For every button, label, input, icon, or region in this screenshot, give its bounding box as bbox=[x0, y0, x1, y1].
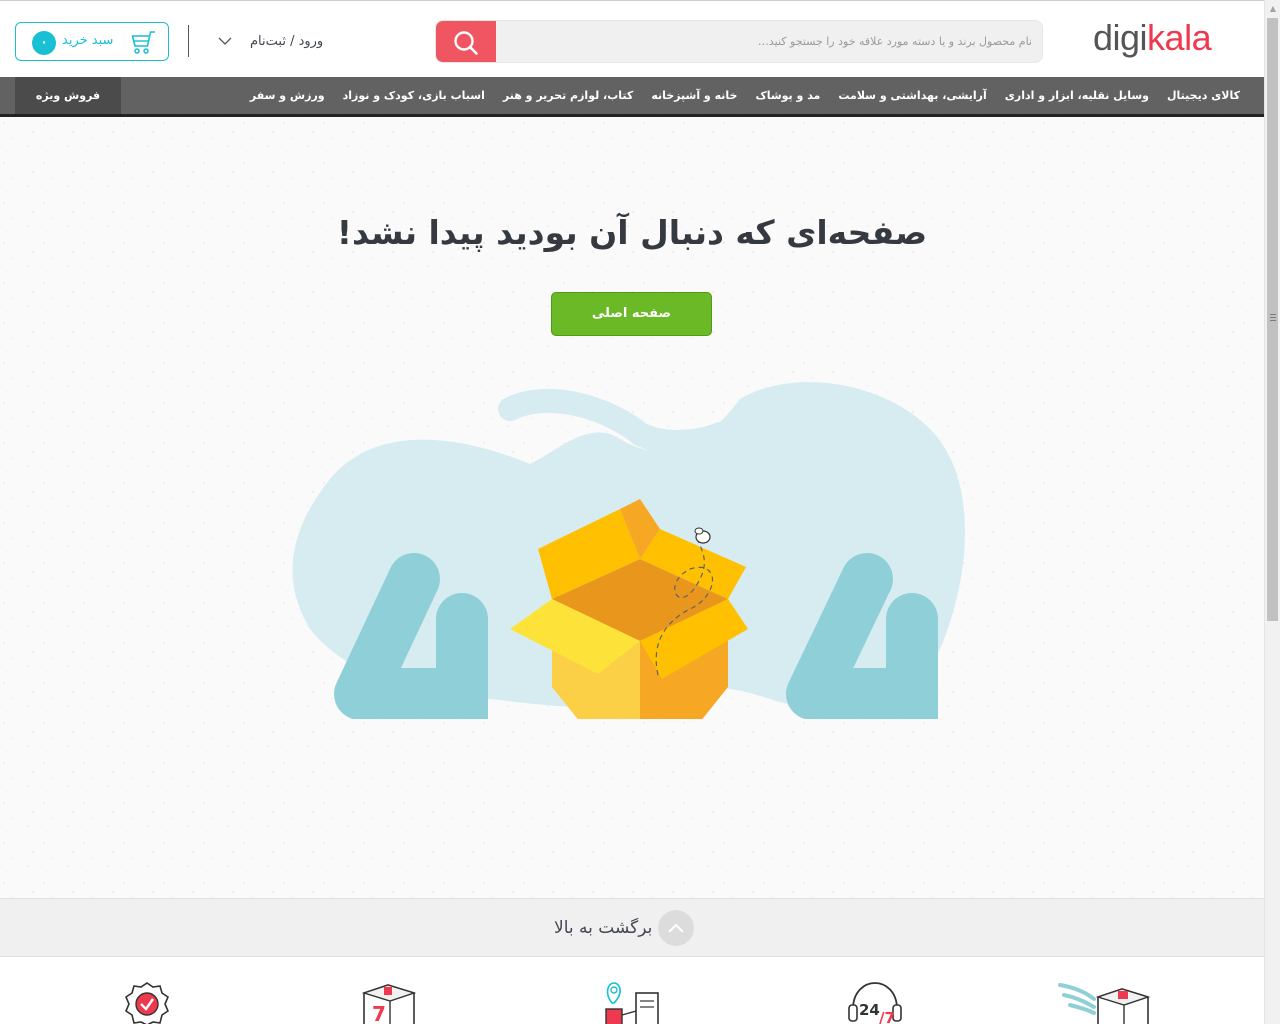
nav-item-fashion[interactable]: مد و پوشاک bbox=[755, 89, 820, 102]
back-to-top-label: برگشت به بالا bbox=[554, 918, 653, 938]
nav-item-books-stationery[interactable]: کتاب، لوازم تحریر و هنر bbox=[503, 89, 633, 102]
header: digikala ورود / ثبت‌نام ۰ سبد خرید bbox=[0, 1, 1264, 77]
nav-item-vehicles-tools[interactable]: وسایل نقلیه، ابزار و اداری bbox=[1005, 89, 1149, 102]
scroll-up-arrow[interactable]: ▲ bbox=[1265, 0, 1280, 17]
logo-part-1: digi bbox=[1093, 17, 1148, 58]
scroll-grip-line bbox=[1270, 320, 1276, 321]
scroll-thumb[interactable] bbox=[1267, 18, 1278, 621]
not-found-section: صفحه‌ای که دنبال آن بودید پیدا نشد! صفحه… bbox=[0, 117, 1264, 898]
search-icon bbox=[454, 30, 478, 55]
header-divider bbox=[188, 25, 189, 57]
cart-count-badge: ۰ bbox=[32, 31, 56, 55]
scroll-grip-line bbox=[1270, 317, 1276, 318]
nav-item-digital[interactable]: کالای دیجیتال bbox=[1167, 89, 1240, 102]
back-to-top-button[interactable]: برگشت به بالا bbox=[554, 910, 695, 946]
error-404-illustration bbox=[292, 382, 966, 719]
chevron-down-icon bbox=[218, 37, 232, 45]
home-page-button[interactable]: صفحه اصلی bbox=[551, 292, 712, 336]
scroll-grip-line bbox=[1270, 314, 1276, 315]
shopping-cart-icon bbox=[131, 31, 155, 54]
back-to-top-bar[interactable]: برگشت به بالا bbox=[0, 898, 1264, 957]
cart-button[interactable]: ۰ سبد خرید bbox=[15, 22, 169, 61]
nav-items: کالای دیجیتال وسایل نقلیه، ابزار و اداری… bbox=[250, 77, 1240, 114]
nav-item-home-kitchen[interactable]: خانه و آشپزخانه bbox=[651, 89, 737, 102]
search-bar bbox=[435, 20, 1043, 63]
original-guarantee-icon bbox=[125, 982, 169, 1024]
svg-text:24: 24 bbox=[859, 1001, 880, 1019]
seven-day-return-icon: 7 bbox=[361, 984, 417, 1024]
auth-dropdown[interactable]: ورود / ثبت‌نام bbox=[218, 29, 323, 53]
nav-item-toys-kids[interactable]: اسباب بازی، کودک و نوزاد bbox=[343, 89, 485, 102]
page-scrollbar[interactable]: ▲ bbox=[1264, 0, 1280, 1024]
chevron-up-icon bbox=[668, 923, 685, 933]
back-to-top-circle bbox=[658, 910, 695, 946]
footer-features: 7 24 /7 bbox=[0, 957, 1264, 1024]
digikala-logo[interactable]: digikala bbox=[1093, 17, 1212, 58]
category-nav: کالای دیجیتال وسایل نقلیه، ابزار و اداری… bbox=[0, 77, 1264, 117]
login-register-link[interactable]: ورود / ثبت‌نام bbox=[250, 34, 323, 49]
search-input[interactable] bbox=[496, 21, 1042, 62]
page-title: صفحه‌ای که دنبال آن بودید پیدا نشد! bbox=[336, 213, 928, 252]
svg-text:7: 7 bbox=[372, 1002, 386, 1024]
support-24-7-icon: 24 /7 bbox=[848, 982, 902, 1024]
nav-item-beauty-health[interactable]: آرایشی، بهداشتی و سلامت bbox=[838, 89, 986, 102]
nav-special-sale[interactable]: فروش ویژه bbox=[15, 77, 121, 114]
search-button[interactable] bbox=[436, 21, 496, 62]
logo-part-2: kala bbox=[1147, 17, 1212, 58]
express-delivery-icon bbox=[1058, 983, 1151, 1024]
page: digikala ورود / ثبت‌نام ۰ سبد خرید bbox=[0, 0, 1264, 1024]
cart-label: سبد خرید bbox=[62, 33, 114, 48]
pay-on-delivery-icon bbox=[605, 982, 659, 1024]
nav-item-sports-travel[interactable]: ورزش و سفر bbox=[250, 89, 325, 102]
svg-text:/7: /7 bbox=[879, 1009, 895, 1024]
